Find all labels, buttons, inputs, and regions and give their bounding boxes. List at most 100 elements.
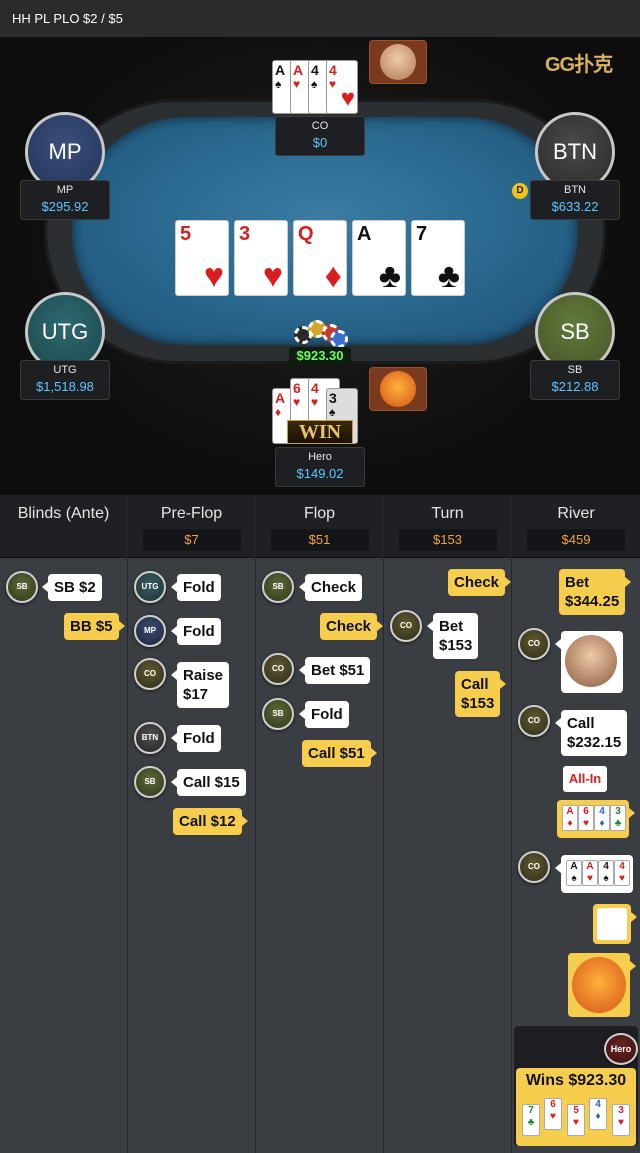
card-suit: ♥ [293, 77, 301, 91]
player-stack: $212.88 [551, 379, 599, 394]
player-name: CO [311, 120, 329, 132]
card-rank: 5 [180, 223, 192, 245]
player-name: UTG [53, 364, 77, 376]
player-stack: $149.02 [296, 466, 344, 481]
action-bubble: Raise $17 [170, 662, 230, 708]
player-stack: $633.22 [551, 199, 599, 214]
hero-avatar-face-icon [380, 371, 416, 407]
co-chip-icon: CO [518, 705, 550, 737]
street-pot: $459 [527, 529, 625, 551]
board-card-5: 7 ♣ [411, 220, 465, 296]
card-rank: A [357, 223, 372, 245]
player-stack: $1,518.98 [36, 379, 94, 394]
mini-card: A ♠ [566, 860, 582, 886]
card-suit: ♣ [378, 257, 401, 295]
street-header: Flop $51 [256, 495, 383, 558]
action-bubble: Fold [171, 574, 221, 601]
hero-action-bubble: Call $51 [302, 740, 377, 767]
card-big-suit: ♥ [340, 85, 355, 112]
all-in-badge: All-In [563, 766, 607, 792]
co-hole-card-4: 4 ♥ ♥ [326, 60, 358, 114]
card-rank: 3 [239, 223, 251, 245]
win-badge: WIN [287, 420, 353, 444]
game-title: HH PL PLO $2 / $5 [12, 11, 123, 26]
btn-nameplate[interactable]: BTN $633.22 [530, 180, 620, 220]
co-nameplate[interactable]: CO $0 [275, 116, 365, 156]
action-bubble: Fold [171, 725, 221, 752]
seat-label: UTG [41, 319, 89, 344]
card-suit: ♥ [203, 257, 224, 295]
action-bubble: Fold [171, 618, 221, 645]
card-suit: ♣ [437, 257, 460, 295]
card-rank: 4 [311, 62, 319, 78]
card-suit: ♠ [311, 77, 318, 91]
hero-emote-bubble [568, 953, 636, 1017]
hero-action-bubble: Check [320, 613, 384, 640]
street-header: Turn $153 [384, 495, 511, 558]
angry-face-emote-icon [565, 635, 617, 687]
card-rank: A [275, 62, 286, 78]
card-suit: ♥ [329, 77, 337, 91]
street-header: Blinds (Ante) [0, 495, 127, 558]
street-pot: $7 [142, 529, 241, 551]
sb-chip-icon: SB [6, 571, 38, 603]
hero-action-bubble: Call $153 [455, 671, 507, 717]
seat-label: BTN [553, 139, 597, 164]
fire-face-emote-icon [572, 957, 626, 1013]
board-card-2: 3 ♥ [234, 220, 288, 296]
action-bubble: Bet $51 [298, 657, 371, 684]
mini-card: 6 ♥ [544, 1098, 562, 1130]
street-header: River $459 [512, 495, 640, 558]
card-rank: 4 [329, 62, 337, 78]
mini-card: 6 ♥ [578, 805, 594, 831]
co-avatar [369, 40, 427, 84]
co-chip-icon: CO [390, 610, 422, 642]
wins-amount: Wins $923.30 [525, 1072, 627, 1089]
sb-nameplate[interactable]: SB $212.88 [530, 360, 620, 400]
street-pot: $153 [398, 529, 497, 551]
action-bubble: Check [298, 574, 363, 601]
action-bubble: Bet $153 [426, 613, 479, 659]
card-rank: Q [298, 223, 314, 245]
hero-chip-icon: Hero [604, 1033, 638, 1065]
mini-card: 4 ♥ [614, 860, 630, 886]
card-suit: ♦ [324, 257, 342, 295]
mini-card: 4 ♠ [598, 860, 614, 886]
co-chip-icon: CO [262, 653, 294, 685]
player-name: MP [56, 184, 74, 196]
mini-card: 4 ♦ [594, 805, 610, 831]
hero-action-bubble: Bet $344.25 [559, 569, 632, 615]
card-suit: ♥ [262, 257, 283, 295]
action-bubble: Fold [299, 701, 349, 728]
mini-card: A ♦ [562, 805, 578, 831]
hero-avatar [369, 367, 427, 411]
player-name: BTN [564, 184, 586, 196]
co-chip-icon: CO [134, 658, 166, 690]
mp-nameplate[interactable]: MP $295.92 [20, 180, 110, 220]
blank-emote-icon [597, 908, 627, 940]
street-name: Blinds (Ante) [17, 505, 110, 522]
btn-chip-icon: BTN [134, 722, 166, 754]
street-pot: $51 [270, 529, 369, 551]
mp-chip-icon: MP [134, 615, 166, 647]
hero-action-bubble: Check [448, 569, 512, 596]
card-rank: 7 [416, 223, 428, 245]
street-name: Pre-Flop [160, 505, 223, 522]
hero-nameplate[interactable]: Hero $149.02 [275, 447, 365, 487]
mini-card: A ♥ [582, 860, 598, 886]
board-card-4: A ♣ [352, 220, 406, 296]
gg-poker-logo: GG扑克 [545, 54, 613, 76]
mini-card: 5 ♥ [567, 1104, 585, 1136]
street-header: Pre-Flop $7 [128, 495, 255, 558]
sb-chip-icon: SB [262, 571, 294, 603]
card-suit: ♥ [293, 395, 301, 409]
board-card-3: Q ♦ [293, 220, 347, 296]
street-name: Turn [431, 505, 464, 522]
hero-wins-panel: Wins $923.30 7 ♣ 6 ♥ 5 ♥ 4 ♦ 3 ♥ [516, 1068, 636, 1146]
action-bubble: Call $15 [171, 769, 246, 796]
hero-action-bubble: Call $12 [173, 808, 248, 835]
player-stack: $295.92 [41, 199, 89, 214]
utg-nameplate[interactable]: UTG $1,518.98 [20, 360, 110, 400]
street-name: Flop [303, 505, 336, 522]
pot-chips-icon [290, 318, 350, 350]
